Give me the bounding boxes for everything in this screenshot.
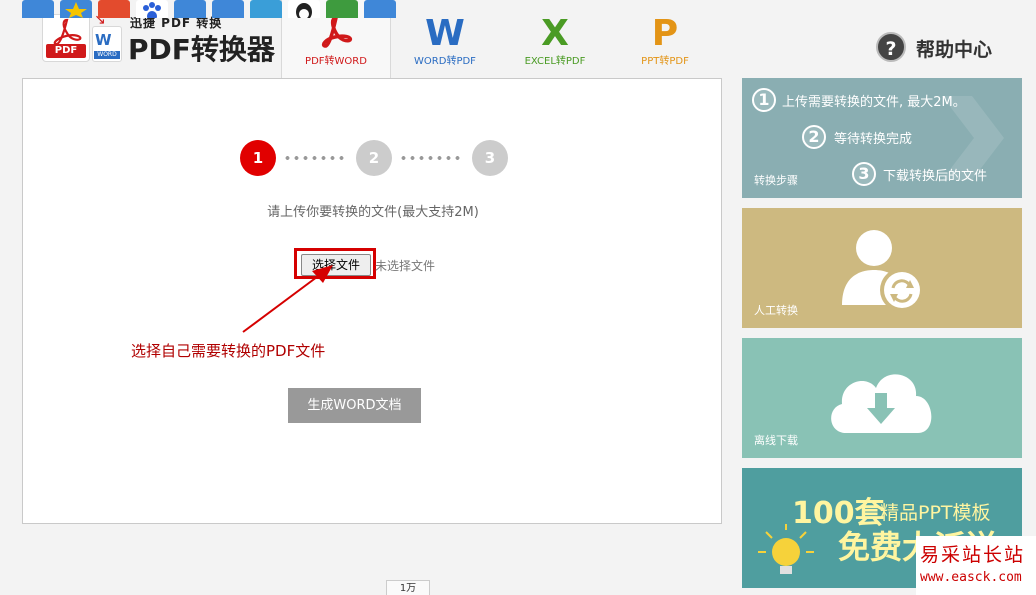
tab-label: PDF转WORD: [305, 56, 367, 67]
app-logo[interactable]: PDF ↘ W WORD 迅捷 PDF 转换 PDF转换器: [42, 12, 275, 66]
share-count: 1万: [386, 580, 430, 595]
watermark-url: www.easck.com: [920, 570, 1022, 585]
watermark-title: 易采站长站: [920, 544, 1026, 566]
ppt-icon: P: [651, 13, 679, 54]
tab-label: PPT转PDF: [641, 56, 689, 67]
panel-caption: 转换步骤: [754, 174, 798, 187]
choose-file-button[interactable]: 选择文件: [301, 254, 371, 276]
tab-label: EXCEL转PDF: [524, 56, 586, 67]
promo-subheadline: 精品PPT模板: [880, 502, 991, 524]
tab-label: WORD转PDF: [414, 56, 476, 67]
word-logo-icon: W WORD: [92, 26, 122, 62]
file-status: 未选择文件: [375, 259, 436, 273]
tab-word-to-pdf[interactable]: W WORD转PDF: [390, 0, 500, 78]
help-icon: ?: [876, 32, 906, 62]
panel-step-3: 下载转换后的文件: [883, 169, 988, 184]
share-icon-qzone[interactable]: [60, 0, 92, 18]
annotation-text: 选择自己需要转换的PDF文件: [131, 342, 326, 360]
share-icon-1[interactable]: [22, 0, 54, 18]
pdf-logo-icon: PDF: [42, 14, 90, 62]
logo-title: PDF转换器: [128, 33, 275, 66]
conversion-steps-panel: 1 上传需要转换的文件, 最大2M。 2 等待转换完成 3 下载转换后的文件 转…: [742, 78, 1022, 198]
step-3-indicator: 3: [472, 140, 508, 176]
panel-step-2: 等待转换完成: [834, 132, 913, 147]
word-logo-label: WORD: [94, 51, 120, 59]
step-1-indicator: 1: [240, 140, 276, 176]
share-icon-bookmark[interactable]: [174, 0, 206, 18]
step-number-1: 1: [752, 88, 776, 112]
step-2-indicator: 2: [356, 140, 392, 176]
upload-panel: 1 2 3 请上传你要转换的文件(最大支持2M) 选择文件 未选择文件 选择自己…: [22, 78, 722, 524]
step-number-2: 2: [802, 125, 826, 149]
offline-download-panel[interactable]: 离线下载: [742, 338, 1022, 458]
share-icon-qq[interactable]: [288, 0, 320, 18]
site-watermark: 易采站长站 www.easck.com: [916, 536, 1036, 595]
share-icon-baidu[interactable]: [136, 0, 168, 18]
panel-step-1: 上传需要转换的文件, 最大2M。: [782, 95, 966, 110]
excel-icon: X: [541, 13, 569, 54]
pdf-logo-label: PDF: [46, 44, 86, 58]
tab-ppt-to-pdf[interactable]: P PPT转PDF: [610, 0, 720, 78]
step-connector: [399, 156, 463, 160]
word-icon: W: [425, 13, 465, 54]
share-icon-more[interactable]: [364, 0, 396, 18]
panel-caption: 人工转换: [754, 304, 798, 317]
manual-conversion-panel[interactable]: 人工转换: [742, 208, 1022, 328]
tab-excel-to-pdf[interactable]: X EXCEL转PDF: [500, 0, 610, 78]
panel-caption: 离线下载: [754, 434, 798, 447]
share-icon-renren[interactable]: [212, 0, 244, 18]
upload-instruction: 请上传你要转换的文件(最大支持2M): [267, 205, 479, 220]
share-icon-weibo[interactable]: [98, 0, 130, 18]
share-icon-kaixin[interactable]: [250, 0, 282, 18]
help-label: 帮助中心: [916, 39, 993, 61]
generate-word-button[interactable]: 生成WORD文档: [288, 388, 421, 423]
share-icon-douban[interactable]: [326, 0, 358, 18]
step-connector: [283, 156, 347, 160]
step-number-3: 3: [852, 162, 876, 186]
